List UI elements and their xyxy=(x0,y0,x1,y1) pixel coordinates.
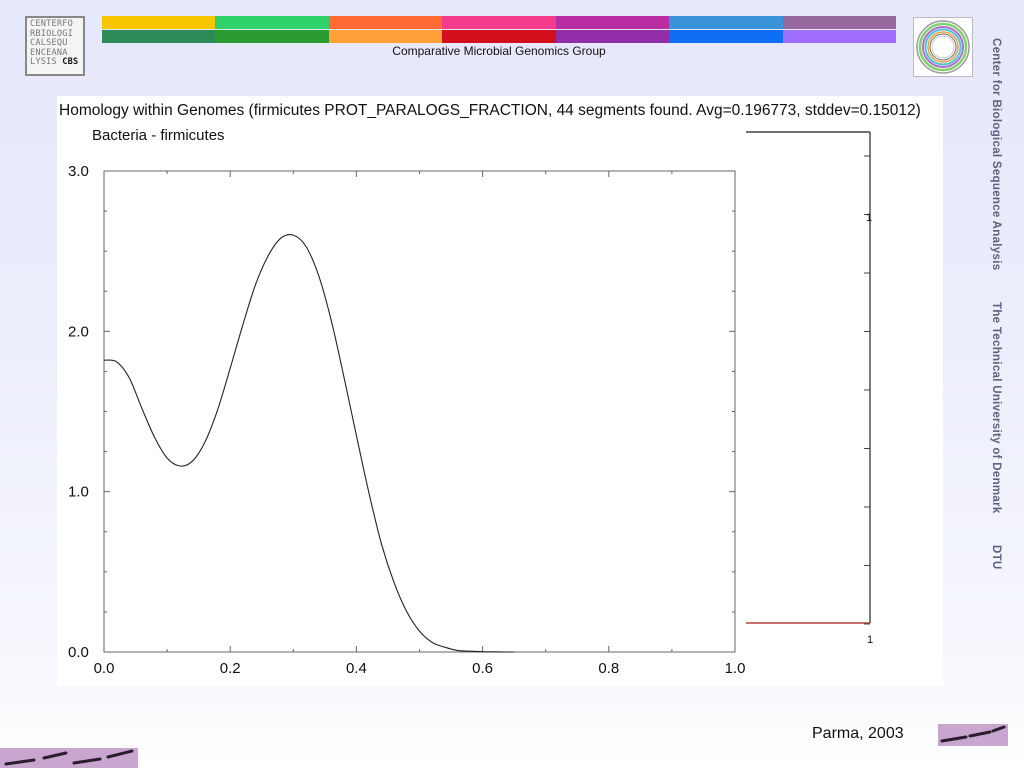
y-tick-label: 1.0 xyxy=(68,484,89,501)
bacteria-icon xyxy=(4,749,134,766)
bacteria-image-right xyxy=(938,724,1008,746)
stripe-segment xyxy=(328,30,443,43)
stripe-segment xyxy=(215,16,329,29)
stripe-segment xyxy=(555,16,670,29)
x-tick-label: 0.0 xyxy=(94,660,115,677)
sidebar-text-dtu-name: The Technical University of Denmark xyxy=(990,301,1002,514)
bg-panel-tick-label: 1 xyxy=(866,212,872,224)
group-label: Comparative Microbial Genomics Group xyxy=(392,44,606,58)
stripe-segment xyxy=(102,16,216,29)
background-plot-panel: 11 xyxy=(746,131,873,646)
header-color-stripes xyxy=(102,16,896,43)
stripe-segment xyxy=(782,30,896,43)
y-tick-label: 2.0 xyxy=(68,323,89,340)
y-tick-label: 0.0 xyxy=(68,644,89,661)
footer-date: Parma, 2003 xyxy=(812,725,904,742)
stripe-segment xyxy=(442,30,556,43)
stripe-segment xyxy=(215,30,329,43)
logo-row: LYSIS xyxy=(30,57,57,68)
x-tick-label: 0.4 xyxy=(346,660,367,677)
stripe-segment xyxy=(782,16,896,29)
y-tick-label: 3.0 xyxy=(68,163,89,180)
chart-title: Homology within Genomes (firmicutes PROT… xyxy=(59,102,921,119)
plot-frame xyxy=(103,170,736,653)
chart-subtitle: Bacteria - firmicutes xyxy=(92,127,225,144)
density-chart: 11 Homology within Genomes (firmicutes P… xyxy=(59,102,921,677)
x-tick-label: 1.0 xyxy=(725,660,746,677)
stripe-segment xyxy=(442,16,556,29)
stripe-segment xyxy=(102,30,216,43)
stripe-row-bottom xyxy=(102,30,896,43)
genome-ring-logo xyxy=(913,17,973,77)
x-tick-label: 0.8 xyxy=(598,660,619,677)
stripe-segment xyxy=(555,30,670,43)
bg-panel-tick-label: 1 xyxy=(867,634,873,646)
stripe-segment xyxy=(328,16,443,29)
stripe-row-top xyxy=(102,16,896,29)
sidebar-text-cbs: Center for Biological Sequence Analysis xyxy=(990,38,1002,271)
stripe-segment xyxy=(669,16,783,29)
stripe-segment xyxy=(669,30,783,43)
x-tick-label: 0.6 xyxy=(472,660,493,677)
genome-ring-icon xyxy=(916,20,970,74)
sidebar-vertical-text: Center for Biological Sequence Analysis … xyxy=(986,38,1002,648)
logo-cbs: CBS xyxy=(62,57,79,68)
bacteria-icon xyxy=(940,725,1006,743)
bacteria-image-left xyxy=(0,748,138,768)
chart-area: 11 Homology within Genomes (firmicutes P… xyxy=(57,96,943,686)
x-tick-label: 0.2 xyxy=(220,660,241,677)
cbs-logo: CENTERFO RBIOLOGI CALSEQU ENCEANA LYSIS … xyxy=(25,16,85,76)
sidebar-text-dtu: DTU xyxy=(990,545,1002,570)
